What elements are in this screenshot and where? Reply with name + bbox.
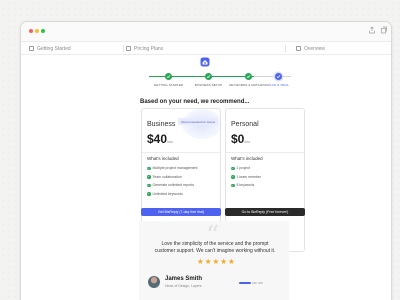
plan-price: $0/mo — [231, 132, 250, 146]
feature-item: Generate unlimited reports — [147, 181, 197, 190]
testimonial-pager — [239, 282, 263, 284]
tab-label: Pricing Plans — [134, 45, 164, 52]
avatar — [148, 276, 160, 288]
tab-overview[interactable]: Overview — [296, 42, 386, 55]
progress-stepper: Getting Started Business Setup Keywords … — [145, 73, 291, 93]
title-bar — [21, 22, 391, 41]
copy-icon[interactable] — [380, 26, 388, 34]
feature-label: Unlimited keywords — [152, 191, 183, 196]
star-icon: ★ — [212, 257, 220, 266]
plan-name: Personal — [231, 121, 259, 128]
maximize-window-button[interactable] — [41, 29, 45, 33]
included-label: What's included — [147, 156, 179, 161]
pager-dot-active[interactable] — [239, 282, 251, 284]
feature-label: 1 project — [236, 166, 250, 171]
included-label: What's included — [231, 156, 263, 161]
browser-window: Getting Started Pricing Plans Overview G… — [20, 21, 392, 300]
check-icon — [276, 75, 281, 79]
star-icon: ★ — [220, 257, 227, 266]
feature-item: 5 keywords — [231, 181, 261, 190]
price-value: $0 — [231, 132, 245, 146]
check-icon — [147, 192, 151, 196]
check-icon — [246, 75, 251, 79]
close-window-button[interactable] — [29, 29, 33, 33]
feature-list: 1 project 1 team member 5 keywords — [231, 164, 261, 190]
check-icon — [166, 75, 171, 79]
step-label: Business Setup — [194, 83, 223, 87]
page-icon — [29, 46, 34, 51]
business-trial-button[interactable]: Get BizReply (7-day free trial) — [141, 208, 221, 216]
check-icon — [231, 183, 235, 187]
share-icon[interactable] — [368, 26, 376, 34]
pager-dot[interactable] — [258, 282, 263, 284]
feature-label: 5 keywords — [236, 183, 255, 188]
star-icon: ★ — [197, 257, 204, 266]
main-content: Getting Started Business Setup Keywords … — [21, 55, 391, 300]
card-divider — [142, 152, 220, 153]
price-period: /mo — [244, 140, 251, 144]
tab-bar: Getting Started Pricing Plans Overview — [21, 41, 391, 55]
tab-divider — [123, 45, 124, 52]
feature-item: 1 team member — [231, 173, 261, 182]
feature-label: Generate unlimited reports — [152, 183, 194, 188]
step-label: Keywords & Matching — [229, 83, 268, 87]
tab-label: Overview — [304, 45, 325, 52]
testimonial-card: “ Love the simplicity of the service and… — [139, 221, 289, 300]
tab-divider — [285, 45, 286, 52]
plan-price: $40/mo — [147, 132, 173, 146]
feature-item: Unlimited keywords — [147, 190, 197, 199]
step-3-dot[interactable] — [245, 73, 252, 80]
feature-label: Team collaboration — [152, 174, 182, 179]
tab-getting-started[interactable]: Getting Started — [29, 42, 124, 55]
check-icon — [147, 175, 151, 179]
recommendation-heading: Based on your need, we recommend... — [140, 99, 250, 105]
check-icon — [206, 75, 211, 79]
reviewer-role: Head of Design, Layers — [165, 284, 202, 288]
tab-pricing-plans[interactable]: Pricing Plans — [126, 42, 286, 55]
app-logo-icon — [200, 57, 210, 67]
step-label: Getting Started — [153, 83, 184, 87]
feature-list: Multiple project management Team collabo… — [147, 164, 197, 198]
page-icon — [126, 46, 131, 51]
testimonial-text: Love the simplicity of the service and t… — [154, 241, 276, 255]
price-period: /mo — [167, 140, 173, 144]
step-label-current: Plan & Trial — [267, 83, 290, 87]
feature-item: Team collaboration — [147, 173, 197, 182]
step-4-dot[interactable] — [275, 73, 282, 80]
rating-stars: ★ ★ ★ ★ ★ — [197, 258, 235, 266]
step-2-dot[interactable] — [205, 73, 212, 80]
card-divider — [226, 152, 304, 153]
step-1-dot[interactable] — [165, 73, 172, 80]
star-icon: ★ — [204, 257, 212, 266]
star-icon: ★ — [227, 257, 235, 266]
feature-label: 1 team member — [236, 174, 262, 179]
personal-free-button[interactable]: Go to BizReply (Free forever!) — [225, 208, 305, 216]
stepper-line-remaining — [254, 76, 291, 77]
recommended-badge: Recommended for teams — [178, 118, 218, 125]
price-value: $40 — [147, 132, 168, 146]
plan-name: Business — [147, 121, 176, 128]
minimize-window-button[interactable] — [35, 29, 39, 33]
feature-item: 1 project — [231, 164, 261, 173]
feature-item: Multiple project management — [147, 164, 197, 173]
page-icon — [296, 46, 301, 51]
check-icon — [147, 183, 151, 187]
tab-label: Getting Started — [37, 45, 71, 52]
check-icon — [231, 175, 235, 179]
feature-label: Multiple project management — [152, 166, 198, 171]
pager-dot[interactable] — [252, 282, 257, 284]
reviewer-name: James Smith — [165, 276, 203, 282]
check-icon — [231, 166, 235, 170]
check-icon — [147, 166, 151, 170]
